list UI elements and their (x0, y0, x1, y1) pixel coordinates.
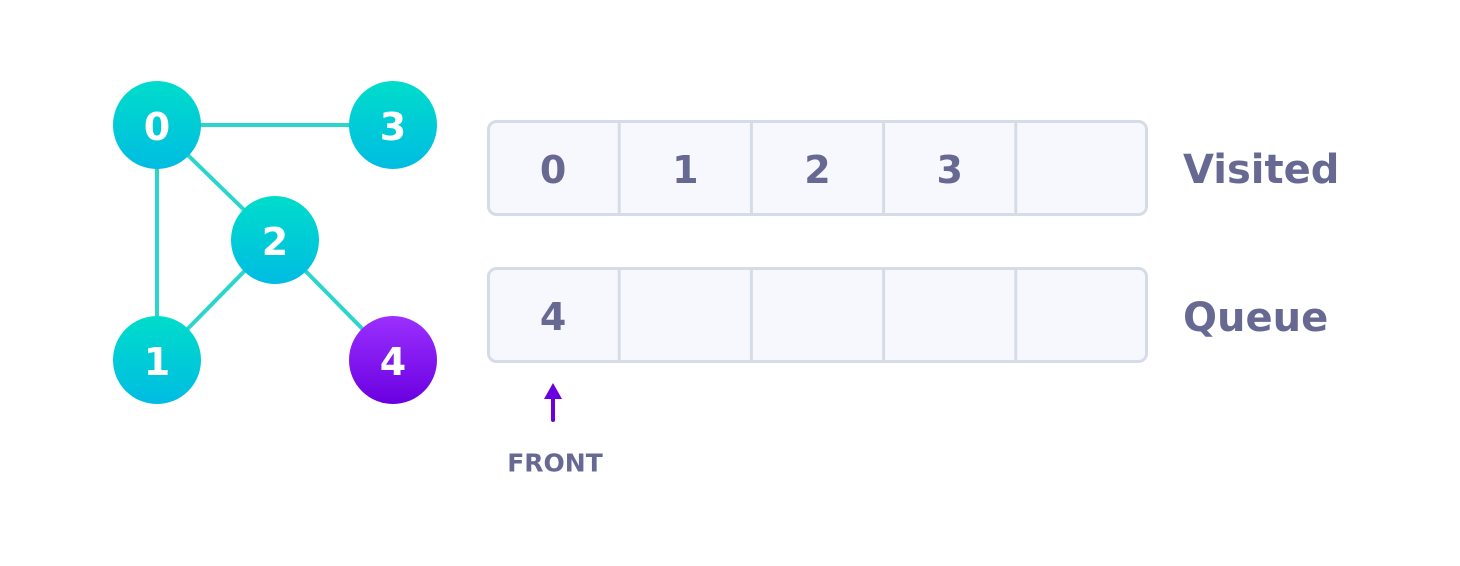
cell-value: 3 (936, 148, 962, 192)
visited-array: 0 1 2 3 (487, 120, 1148, 216)
node-label: 2 (262, 220, 288, 264)
queue-array: 4 (487, 267, 1148, 363)
node-3: 3 (349, 81, 437, 169)
node-label: 3 (380, 105, 406, 149)
bfs-diagram: 0 3 2 1 4 0 1 2 3 Visited 4 Queue FRONT (113, 81, 1339, 478)
node-label: 1 (144, 340, 170, 384)
node-label: 0 (144, 105, 170, 149)
node-2: 2 (231, 196, 319, 284)
front-label: FRONT (507, 449, 603, 478)
visited-cell: 0 (540, 148, 566, 192)
node-label: 4 (380, 340, 406, 384)
cell-value: 1 (672, 148, 698, 192)
front-arrow-icon (544, 383, 562, 422)
cell-value: 0 (540, 148, 566, 192)
cell-value: 2 (804, 148, 830, 192)
queue-frame (487, 267, 1148, 363)
node-4: 4 (349, 316, 437, 404)
node-1: 1 (113, 316, 201, 404)
queue-label: Queue (1183, 295, 1328, 341)
queue-cell: 4 (540, 295, 566, 339)
cell-value: 4 (540, 295, 566, 339)
node-0: 0 (113, 81, 201, 169)
graph-nodes: 0 3 2 1 4 (113, 81, 437, 404)
visited-label: Visited (1183, 147, 1339, 193)
